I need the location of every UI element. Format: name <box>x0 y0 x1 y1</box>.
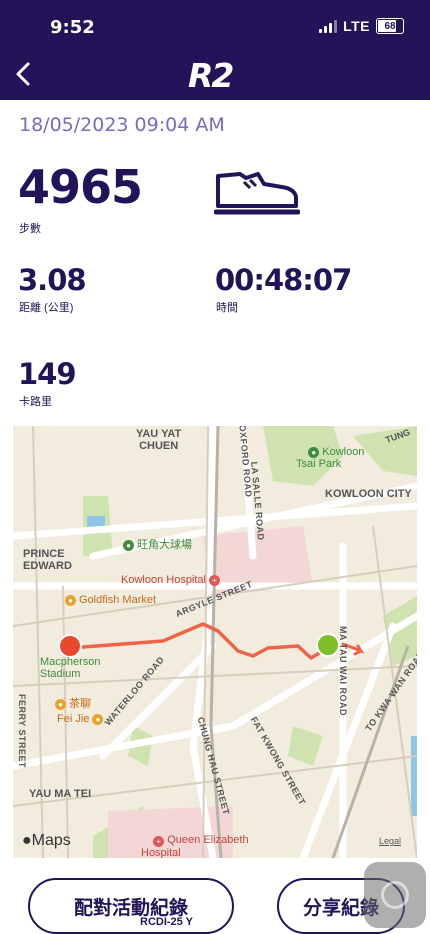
status-time: 9:52 <box>50 17 95 38</box>
place-wong-kok-stadium: ● 旺角大球場 <box>123 536 192 552</box>
app-header: 9:52 LTE 68 R2 <box>0 0 430 100</box>
fei-jie-label: Fei Jie <box>57 713 90 725</box>
pair-record-button[interactable]: 配對活動紀錄 <box>28 878 234 934</box>
signal-icon <box>319 19 338 33</box>
road-ma-tau-wai: MA TAU WAI ROAD <box>338 626 348 716</box>
map-legal-link[interactable]: Legal <box>379 836 401 846</box>
route-map[interactable]: YAU YAT CHUEN ● Kowloon Tsai Park TUNG KO… <box>13 426 417 858</box>
place-kowloon-tsai-park: ● Kowloon Tsai Park <box>296 446 365 470</box>
back-button[interactable] <box>12 60 36 88</box>
place-prince-edward: PRINCE EDWARD <box>23 548 72 572</box>
maps-brand: ●Maps <box>22 832 71 850</box>
network-label: LTE <box>343 18 370 34</box>
route-end-marker <box>316 633 340 657</box>
place-goldfish-market: ● Goldfish Market <box>65 594 156 606</box>
calories-label: 卡路里 <box>19 396 52 408</box>
place-kowloon-hospital: Kowloon Hospital + <box>121 574 223 586</box>
route-start-marker <box>58 634 82 658</box>
place-kowloon-city: KOWLOON CITY <box>325 488 412 500</box>
place-macpherson-stadium: Macpherson Stadium <box>40 656 101 680</box>
wong-kok-stadium-label: 旺角大球場 <box>137 539 192 551</box>
maps-brand-label: Maps <box>31 832 71 849</box>
app-logo: R2 <box>188 56 234 95</box>
calories-value: 149 <box>18 357 77 391</box>
place-yau-yat-chuen: YAU YAT CHUEN <box>136 428 182 452</box>
assistive-ring-icon <box>381 881 409 909</box>
place-fei-jie: Fei Jie ● <box>57 713 106 725</box>
status-indicators: LTE 68 <box>319 18 404 34</box>
place-yau-ma-tei: YAU MA TEI <box>29 788 92 800</box>
overlay-text: RCDI-25 Y <box>140 916 193 928</box>
kowloon-hospital-label: Kowloon Hospital <box>121 574 206 586</box>
goldfish-market-label: Goldfish Market <box>79 594 157 606</box>
place-queen-elizabeth-hospital: + Queen Elizabeth Hospital <box>141 834 249 858</box>
distance-value: 3.08 <box>18 263 87 297</box>
steps-value: 4965 <box>18 160 143 214</box>
cha-lau-label: 茶聊 <box>69 698 91 710</box>
shoe-icon <box>214 172 300 215</box>
place-cha-lau: ● 茶聊 <box>55 695 91 711</box>
battery-icon: 68 <box>376 18 404 34</box>
kowloon-tsai-park-label: Kowloon Tsai Park <box>296 446 365 470</box>
steps-label: 步數 <box>19 223 41 235</box>
assistive-touch-button[interactable] <box>364 862 426 928</box>
road-ferry: FERRY STREET <box>17 693 28 769</box>
battery-percent: 68 <box>384 20 396 32</box>
record-datetime: 18/05/2023 09:04 AM <box>19 114 225 136</box>
apple-logo-icon: ● <box>22 832 32 849</box>
duration-value: 00:48:07 <box>215 263 352 297</box>
distance-label: 距離 (公里) <box>19 302 74 314</box>
duration-label: 時間 <box>216 302 238 314</box>
